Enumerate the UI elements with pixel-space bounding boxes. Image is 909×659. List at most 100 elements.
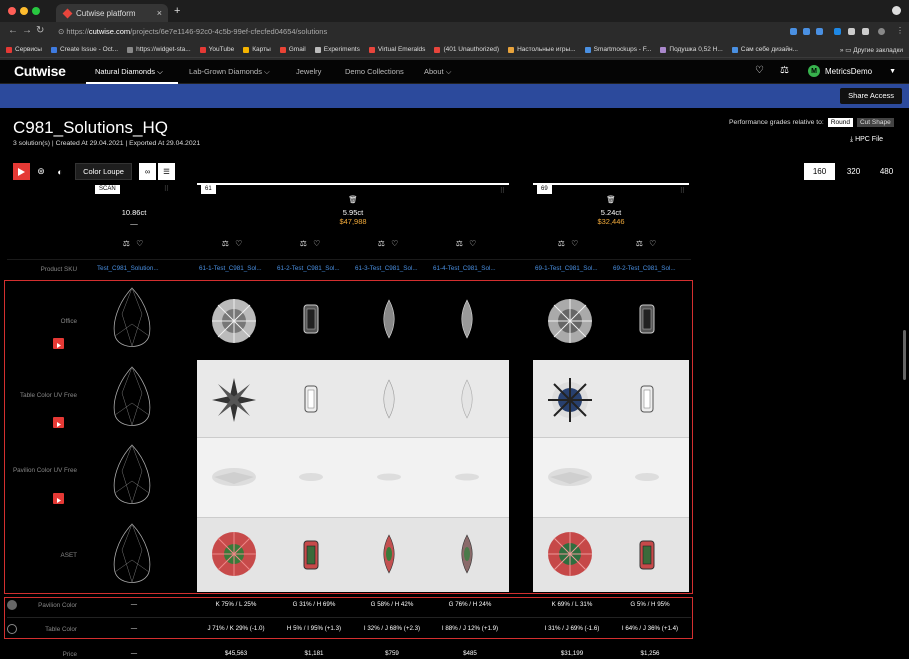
user-menu[interactable]: M MetricsDemo ▼ [808, 65, 896, 77]
minimize-window-button[interactable] [20, 7, 28, 15]
round-toggle[interactable]: Round [827, 118, 853, 127]
compare-icon[interactable]: ⚖ [456, 239, 465, 248]
sku-link[interactable]: 61-4-Test_C981_Sol... [433, 265, 496, 272]
round-diamond-office-69-1[interactable] [546, 297, 594, 345]
drag-handle-icon[interactable]: ⠿ [164, 185, 169, 193]
round-diamond-aset-61-1[interactable] [210, 530, 258, 578]
bookmark-item[interactable]: Сам себе дизайн... [731, 46, 798, 53]
pear-outline-table-uv[interactable] [107, 363, 157, 433]
drag-handle-icon[interactable]: ⠿ [680, 187, 685, 195]
emerald-diamond-aset-69-2[interactable] [639, 540, 655, 570]
scan-card[interactable]: SCAN ⠿ 10.86ct — ⚖ ♡ [95, 183, 173, 263]
compare-icon[interactable]: ⚖ [636, 239, 645, 248]
round-diamond-table-uv-61-1[interactable] [210, 376, 258, 424]
compare-scales-icon[interactable]: ⚖ [780, 65, 789, 76]
other-bookmarks[interactable]: » ▭ Другие закладки [840, 46, 903, 54]
marquise-diamond-aset-61-4[interactable] [460, 534, 474, 574]
forward-arrow-icon[interactable]: → [22, 25, 32, 36]
reload-icon[interactable]: ↻ [36, 25, 44, 36]
heart-icon[interactable]: ♡ [235, 239, 244, 248]
bookmark-item[interactable]: YouTube [199, 46, 234, 53]
marquise-diamond-office-61-4[interactable] [460, 299, 474, 339]
nav-jewelry[interactable]: Jewelry [296, 67, 321, 76]
emerald-diamond-table-uv-69-2[interactable] [639, 384, 655, 414]
round-diamond-pavilion-61-1[interactable] [210, 466, 258, 488]
bookmark-item[interactable]: Карты [243, 46, 271, 53]
sku-link[interactable]: 61-3-Test_C981_Sol... [355, 265, 418, 272]
compare-icon[interactable]: ⚖ [222, 239, 231, 248]
sku-link[interactable]: 69-1-Test_C981_Sol... [535, 265, 598, 272]
bookmark-item[interactable]: Подушка 0,52 Н... [660, 46, 723, 53]
round-diamond-table-uv-69-1[interactable] [546, 376, 594, 424]
extension-icon[interactable] [803, 28, 810, 35]
bookmark-item[interactable]: Smartmockups - F... [584, 46, 651, 53]
list-view-button[interactable]: ☰ [158, 163, 175, 180]
contrast-button[interactable]: ◐ [53, 163, 67, 180]
bookmark-item[interactable]: Create Issue - Oct... [50, 46, 118, 53]
play-video-button[interactable] [53, 493, 64, 504]
heart-icon[interactable]: ♡ [755, 65, 764, 76]
heart-icon[interactable]: ♡ [136, 239, 145, 248]
browser-menu-icon[interactable] [892, 6, 901, 15]
marquise-diamond-pavilion-61-4[interactable] [453, 471, 481, 483]
compare-icon[interactable]: ⚖ [378, 239, 387, 248]
back-arrow-icon[interactable]: ← [8, 25, 18, 36]
vertical-scrollbar[interactable] [903, 330, 906, 380]
link-toggle-button[interactable]: ∞ [139, 163, 156, 180]
nav-natural-diamonds[interactable]: Natural Diamonds ⌵ [95, 67, 163, 77]
bookmark-item[interactable]: Virtual Emeralds [368, 46, 425, 53]
new-tab-button[interactable]: + [174, 5, 180, 17]
browser-tab[interactable]: Cutwise platform × [56, 4, 168, 22]
sku-link[interactable]: Test_C981_Solution... [97, 265, 159, 272]
nav-lab-grown-diamonds[interactable]: Lab-Grown Diamonds ⌵ [189, 67, 270, 77]
close-tab-icon[interactable]: × [157, 8, 162, 18]
sku-link[interactable]: 69-2-Test_C981_Sol... [613, 265, 676, 272]
heart-icon[interactable]: ♡ [571, 239, 580, 248]
bookmark-item[interactable]: Gmail [279, 46, 306, 53]
color-loupe-button[interactable]: Color Loupe [75, 163, 132, 180]
pear-outline-pavilion-uv[interactable] [107, 441, 157, 511]
nav-about[interactable]: About ⌵ [424, 67, 451, 77]
emerald-diamond-pavilion-69-2[interactable] [633, 471, 661, 483]
nav-demo-collections[interactable]: Demo Collections [345, 67, 404, 76]
size-160-button[interactable]: 160 [804, 163, 835, 180]
extension-icon[interactable] [816, 28, 823, 35]
compare-icon[interactable]: ⚖ [558, 239, 567, 248]
cutwise-logo[interactable]: Cutwise [14, 63, 66, 79]
pear-outline-office[interactable] [107, 284, 157, 354]
marquise-diamond-office-61-3[interactable] [382, 299, 396, 339]
extension-icon[interactable] [862, 28, 869, 35]
profile-avatar[interactable] [878, 28, 885, 35]
emerald-diamond-aset-61-2[interactable] [303, 540, 319, 570]
bookmark-item[interactable]: https://widget-sta... [127, 46, 191, 53]
extension-icon[interactable] [834, 28, 841, 35]
emerald-diamond-pavilion-61-2[interactable] [297, 471, 325, 483]
marquise-diamond-aset-61-3[interactable] [382, 534, 396, 574]
compare-icon[interactable]: ⚖ [123, 239, 132, 248]
solution-card-69[interactable]: 69 ⠿ 🗑 5.24ct $32,446 [533, 183, 689, 263]
url-field[interactable]: ⊙ https://cutwise.com/projects/6e7e1146-… [58, 25, 778, 39]
extension-icon[interactable] [790, 28, 797, 35]
round-diamond-aset-69-1[interactable] [546, 530, 594, 578]
solution-card-61[interactable]: 61 ⠿ 🗑 5.95ct $47,988 [197, 183, 509, 263]
share-access-button[interactable]: Share Access [840, 88, 902, 104]
round-diamond-pavilion-69-1[interactable] [546, 466, 594, 488]
trash-icon[interactable]: 🗑 [533, 195, 689, 204]
play-video-button[interactable] [53, 338, 64, 349]
heart-icon[interactable]: ♡ [391, 239, 400, 248]
pear-outline-aset[interactable] [107, 520, 157, 590]
marquise-diamond-table-uv-61-3[interactable] [382, 379, 396, 419]
drag-handle-icon[interactable]: ⠿ [500, 187, 505, 195]
extension-icon[interactable] [848, 28, 855, 35]
cut-shape-toggle[interactable]: Cut Shape [856, 118, 894, 127]
round-diamond-office-61-1[interactable] [210, 297, 258, 345]
bookmark-item[interactable]: Experiments [314, 46, 360, 53]
bookmark-item[interactable]: Сервисы [6, 46, 42, 53]
compare-icon[interactable]: ⚖ [300, 239, 309, 248]
size-480-button[interactable]: 480 [871, 163, 902, 180]
emerald-diamond-table-uv-61-2[interactable] [303, 384, 319, 414]
play-button[interactable] [13, 163, 30, 180]
sku-link[interactable]: 61-2-Test_C981_Sol... [277, 265, 340, 272]
trash-icon[interactable]: 🗑 [197, 195, 509, 204]
play-video-button[interactable] [53, 417, 64, 428]
